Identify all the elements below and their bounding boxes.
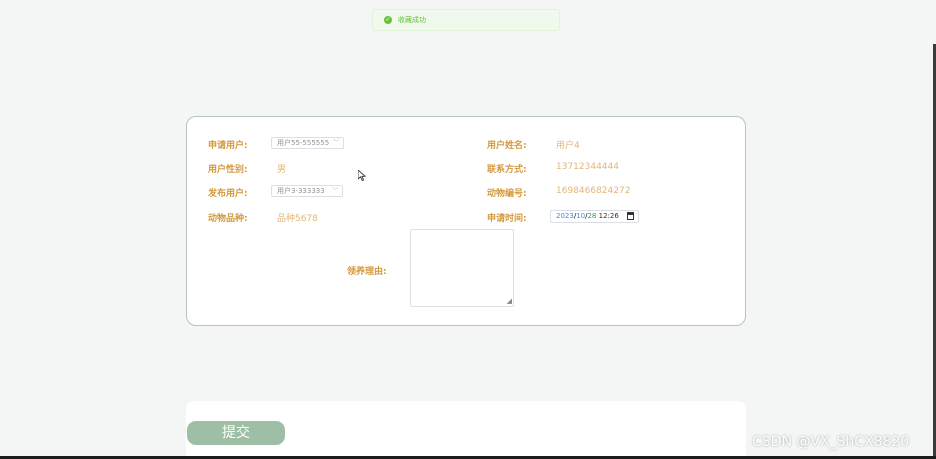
toast-message: 收藏成功 bbox=[398, 16, 426, 24]
user-name-value: 用户4 bbox=[556, 141, 580, 151]
apply-time-input[interactable]: 2023/10/28 12:26 bbox=[550, 210, 639, 223]
chevron-down-icon: ﹀ bbox=[332, 187, 339, 195]
animal-breed-label: 动物品种: bbox=[208, 214, 248, 224]
mouse-cursor-icon bbox=[358, 170, 366, 181]
apply-time-of-day: 12:26 bbox=[598, 212, 619, 220]
applicant-user-value: 用户55-555555 bbox=[277, 139, 330, 147]
watermark-text: CSDN @VX_ShCX8820 bbox=[752, 434, 910, 450]
apply-time-label: 申请时间: bbox=[487, 214, 527, 224]
resize-handle-icon[interactable]: ◢ bbox=[507, 298, 512, 305]
publisher-user-select[interactable]: 用户3-333333 ﹀ bbox=[271, 185, 343, 197]
check-circle-icon: ✓ bbox=[384, 16, 392, 24]
contact-value: 13712344444 bbox=[556, 162, 619, 172]
apply-year: 2023 bbox=[556, 212, 574, 220]
adopt-reason-textarea[interactable]: ◢ bbox=[410, 229, 514, 307]
user-name-label: 用户姓名: bbox=[487, 141, 527, 151]
apply-month: 10 bbox=[576, 212, 586, 220]
adopt-reason-label: 领养理由: bbox=[347, 267, 387, 277]
contact-label: 联系方式: bbox=[487, 165, 527, 175]
publisher-user-label: 发布用户: bbox=[208, 189, 248, 199]
calendar-icon[interactable] bbox=[627, 212, 634, 220]
success-toast: ✓ 收藏成功 bbox=[372, 9, 560, 31]
applicant-user-select[interactable]: 用户55-555555 ﹀ bbox=[271, 137, 344, 149]
user-gender-label: 用户性别: bbox=[208, 165, 248, 175]
publisher-user-value: 用户3-333333 bbox=[277, 187, 325, 195]
submit-button[interactable]: 提交 bbox=[187, 421, 285, 445]
animal-breed-value: 品种5678 bbox=[277, 214, 318, 224]
chevron-down-icon: ﹀ bbox=[333, 139, 340, 147]
applicant-user-label: 申请用户: bbox=[208, 141, 248, 151]
animal-id-label: 动物编号: bbox=[487, 189, 527, 199]
animal-id-value: 1698466824272 bbox=[556, 186, 631, 196]
user-gender-value: 男 bbox=[277, 165, 287, 175]
apply-day: 28 bbox=[587, 212, 597, 220]
